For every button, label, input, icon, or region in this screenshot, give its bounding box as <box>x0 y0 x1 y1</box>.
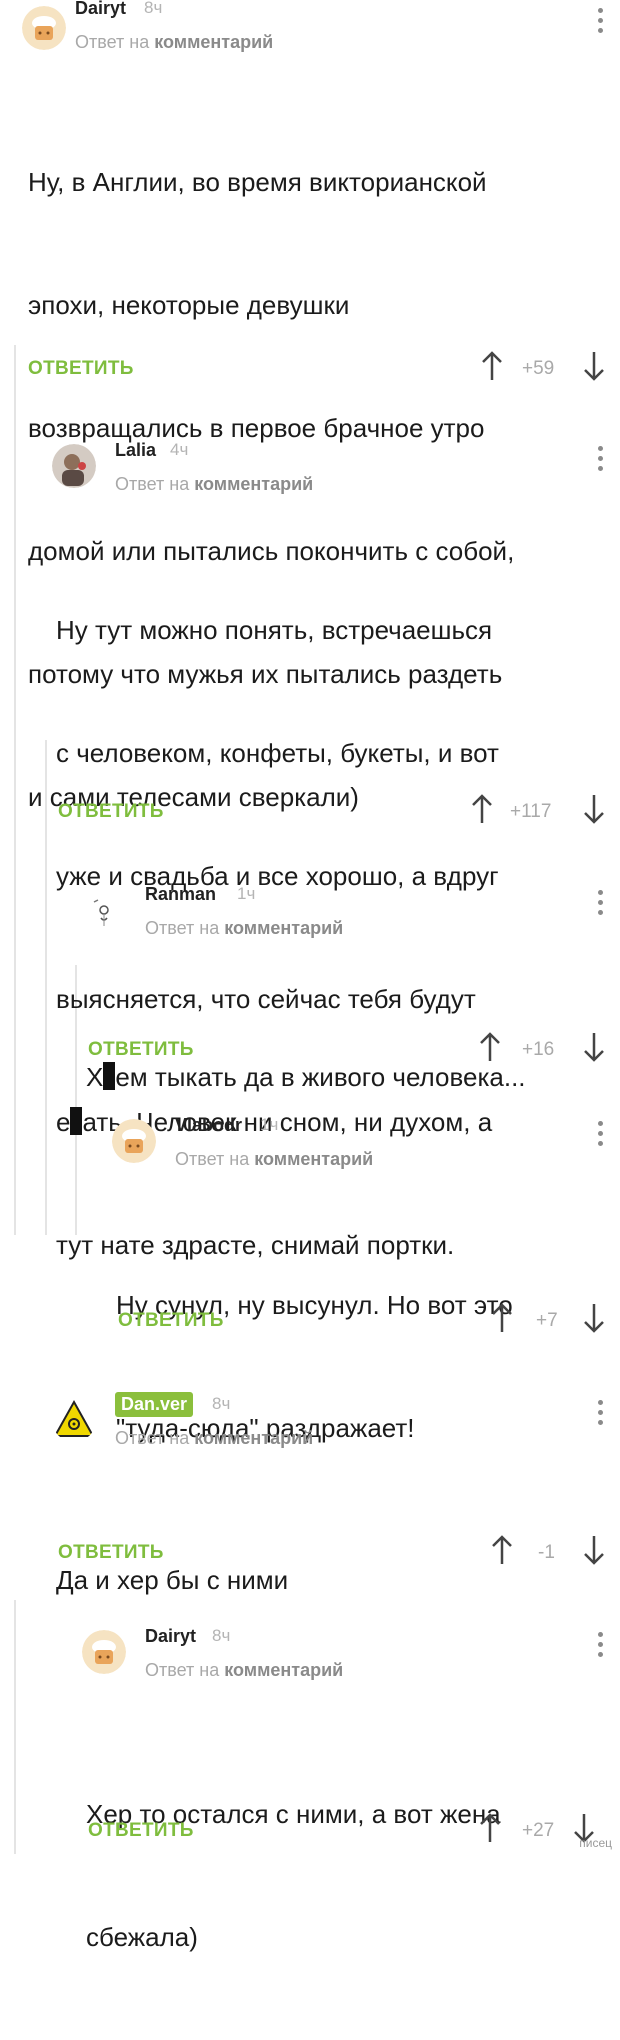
comment-header: Dairyt 8ч Ответ на комментарий <box>82 1626 620 1686</box>
rating-value: +16 <box>522 1039 555 1060</box>
comment-time: 8ч <box>144 0 163 17</box>
upvote-arrow-icon[interactable] <box>490 1302 514 1334</box>
avatar[interactable] <box>52 1398 96 1442</box>
comment-actions: ОТВЕТИТЬ +7 <box>112 1302 620 1342</box>
comment-header: Dan.ver 8ч Ответ на комментарий <box>52 1392 620 1454</box>
reply-prefix: Ответ на <box>115 1428 190 1448</box>
chef-icon <box>22 6 66 50</box>
body-line: Ну, в Англии, во время викторианской <box>28 167 487 197</box>
author-name[interactable]: Dan.ver <box>115 1392 194 1417</box>
sketch-avatar <box>82 888 126 932</box>
reply-button[interactable]: ОТВЕТИТЬ <box>58 801 164 823</box>
reply-button[interactable]: ОТВЕТИТЬ <box>58 1542 164 1564</box>
reply-prefix: Ответ на <box>145 1660 220 1680</box>
author-name[interactable]: Lalia <box>115 440 156 461</box>
body-line: с человеком, конфеты, букеты, и вот <box>56 738 499 768</box>
reply-button[interactable]: ОТВЕТИТЬ <box>118 1310 224 1332</box>
more-menu-icon[interactable] <box>590 8 610 38</box>
reply-prefix: Ответ на <box>115 474 190 494</box>
comment-header: Dairyt 8ч Ответ на комментарий <box>22 0 620 60</box>
rating-value: +27 <box>522 1820 555 1841</box>
reply-to-line: Ответ на комментарий <box>75 32 273 53</box>
reply-button[interactable]: ОТВЕТИТЬ <box>88 1039 194 1061</box>
author-name[interactable]: Vlabodr <box>175 1115 242 1136</box>
comment-actions: ОТВЕТИТЬ +117 <box>52 793 620 833</box>
censored-text-pre: е <box>56 1107 71 1137</box>
reply-button[interactable]: ОТВЕТИТЬ <box>28 358 134 380</box>
reply-target[interactable]: комментарий <box>194 1428 313 1448</box>
reply-to-line: Ответ на комментарий <box>115 474 313 495</box>
reply-target[interactable]: комментарий <box>224 1660 343 1680</box>
chef-icon <box>82 1630 126 1674</box>
downvote-arrow-icon[interactable] <box>582 1302 606 1334</box>
reply-target[interactable]: комментарий <box>194 474 313 494</box>
censor-block <box>70 1107 83 1135</box>
downvote-arrow-icon[interactable] <box>582 793 606 825</box>
reply-prefix: Ответ на <box>75 32 150 52</box>
avatar[interactable] <box>52 444 96 488</box>
avatar[interactable] <box>82 888 126 932</box>
reply-target[interactable]: комментарий <box>254 1149 373 1169</box>
comment-header: Lalia 4ч Ответ на комментарий <box>52 440 620 500</box>
watermark: писец <box>579 1836 612 1850</box>
rating-value: -1 <box>538 1542 555 1563</box>
reply-target[interactable]: комментарий <box>224 918 343 938</box>
comment-actions: ОТВЕТИТЬ +27 <box>82 1812 620 1852</box>
more-menu-icon[interactable] <box>590 1400 610 1430</box>
hazard-icon <box>52 1398 96 1442</box>
author-name[interactable]: Ranman <box>145 884 216 905</box>
upvote-arrow-icon[interactable] <box>490 1534 514 1566</box>
downvote-arrow-icon[interactable] <box>582 1031 606 1063</box>
reply-to-line: Ответ на комментарий <box>175 1149 373 1170</box>
more-menu-icon[interactable] <box>590 890 610 920</box>
author-name[interactable]: Dairyt <box>75 0 126 19</box>
more-menu-icon[interactable] <box>590 1632 610 1662</box>
comment-time: 1ч <box>237 884 256 903</box>
upvote-arrow-icon[interactable] <box>478 1812 502 1844</box>
comment-time: 8ч <box>212 1394 231 1413</box>
upvote-arrow-icon[interactable] <box>478 1031 502 1063</box>
reply-prefix: Ответ на <box>145 918 220 938</box>
comment-actions: ОТВЕТИТЬ +59 <box>22 350 620 390</box>
comment-actions: ОТВЕТИТЬ +16 <box>82 1031 620 1071</box>
thread-line <box>14 1600 16 1854</box>
more-menu-icon[interactable] <box>590 446 610 476</box>
reply-to-line: Ответ на комментарий <box>115 1428 313 1449</box>
comment-time: 1ч <box>260 1115 279 1134</box>
body-line: сбежала) <box>86 1922 198 1952</box>
thread-line <box>14 345 16 1235</box>
comment-time: 4ч <box>170 440 189 459</box>
avatar[interactable] <box>112 1119 156 1163</box>
more-menu-icon[interactable] <box>590 1121 610 1151</box>
photo-avatar <box>52 444 96 488</box>
avatar[interactable] <box>22 6 66 50</box>
body-line: эпохи, некоторые девушки <box>28 290 350 320</box>
upvote-arrow-icon[interactable] <box>470 793 494 825</box>
reply-button[interactable]: ОТВЕТИТЬ <box>88 1820 194 1842</box>
upvote-arrow-icon[interactable] <box>480 350 504 382</box>
reply-prefix: Ответ на <box>175 1149 250 1169</box>
comment-time: 8ч <box>212 1626 231 1645</box>
chef-icon <box>112 1119 156 1163</box>
comment-actions: ОТВЕТИТЬ -1 <box>52 1534 620 1574</box>
comment-header: Vlabodr 1ч Ответ на комментарий <box>112 1115 620 1175</box>
rating-value: +7 <box>536 1310 558 1331</box>
rating-value: +59 <box>522 358 555 379</box>
comment-body: Хер то остался с ними, а вот жена сбежал… <box>86 1712 501 2040</box>
reply-target[interactable]: комментарий <box>154 32 273 52</box>
downvote-arrow-icon[interactable] <box>582 350 606 382</box>
downvote-arrow-icon[interactable] <box>582 1534 606 1566</box>
avatar[interactable] <box>82 1630 126 1674</box>
reply-to-line: Ответ на комментарий <box>145 1660 343 1681</box>
reply-to-line: Ответ на комментарий <box>145 918 343 939</box>
body-line: Ну тут можно понять, встречаешься <box>56 615 493 645</box>
author-name[interactable]: Dairyt <box>145 1626 196 1647</box>
comment-header: Ranman 1ч Ответ на комментарий <box>82 884 620 944</box>
rating-value: +117 <box>510 801 552 822</box>
